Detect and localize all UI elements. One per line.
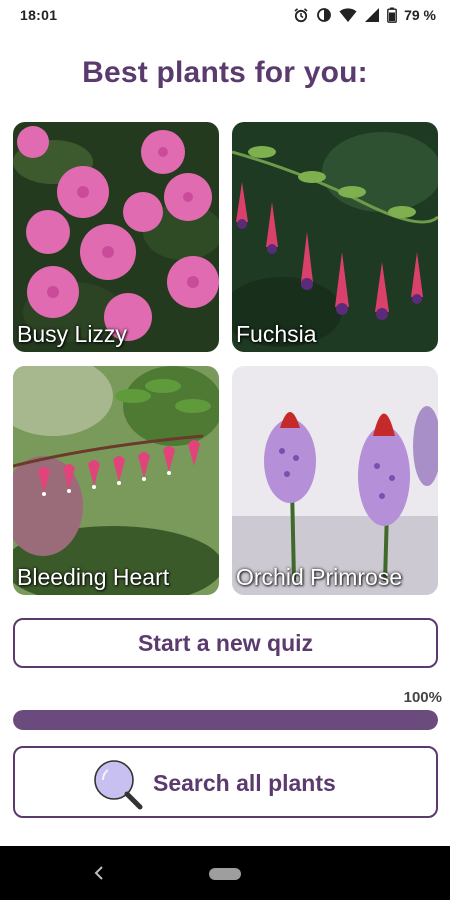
fuchsia-photo bbox=[232, 122, 438, 352]
wifi-icon bbox=[339, 8, 357, 22]
plant-card-busy-lizzy[interactable]: Busy Lizzy bbox=[13, 122, 219, 352]
plant-name: Busy Lizzy bbox=[17, 321, 127, 347]
signal-icon bbox=[365, 8, 380, 22]
battery-percentage: 79 % bbox=[404, 7, 436, 23]
bleeding-heart-photo bbox=[13, 366, 219, 595]
busy-lizzy-photo bbox=[13, 122, 219, 352]
page-title: Best plants for you: bbox=[82, 56, 368, 89]
progress-bar bbox=[13, 710, 438, 730]
progress-percentage: 100% bbox=[403, 689, 442, 706]
orchid-primrose-photo bbox=[232, 366, 438, 595]
search-all-plants-button[interactable]: Search all plants bbox=[13, 746, 438, 818]
status-icons: 79 % bbox=[293, 7, 436, 23]
plant-name: Orchid Primrose bbox=[236, 564, 403, 590]
alarm-icon bbox=[294, 8, 308, 23]
plant-name: Fuchsia bbox=[236, 321, 317, 347]
search-icon bbox=[94, 760, 143, 810]
battery-icon bbox=[387, 7, 397, 23]
start-new-quiz-button[interactable]: Start a new quiz bbox=[13, 618, 438, 668]
progress-bar-fill bbox=[13, 710, 438, 730]
plant-card-fuchsia[interactable]: Fuchsia bbox=[232, 122, 438, 352]
data-saver-icon bbox=[317, 8, 331, 22]
plant-card-bleeding-heart[interactable]: Bleeding Heart bbox=[13, 366, 219, 595]
status-time: 18:01 bbox=[20, 7, 58, 23]
plant-card-orchid-primrose[interactable]: Orchid Primrose bbox=[232, 366, 438, 595]
search-all-plants-label: Search all plants bbox=[153, 770, 336, 796]
status-bar: 18:01 79 % bbox=[0, 0, 450, 30]
start-new-quiz-label: Start a new quiz bbox=[137, 629, 314, 656]
back-icon[interactable] bbox=[92, 863, 106, 883]
navigation-bar bbox=[0, 846, 450, 900]
plant-name: Bleeding Heart bbox=[17, 564, 170, 590]
home-pill-icon[interactable] bbox=[209, 868, 241, 880]
